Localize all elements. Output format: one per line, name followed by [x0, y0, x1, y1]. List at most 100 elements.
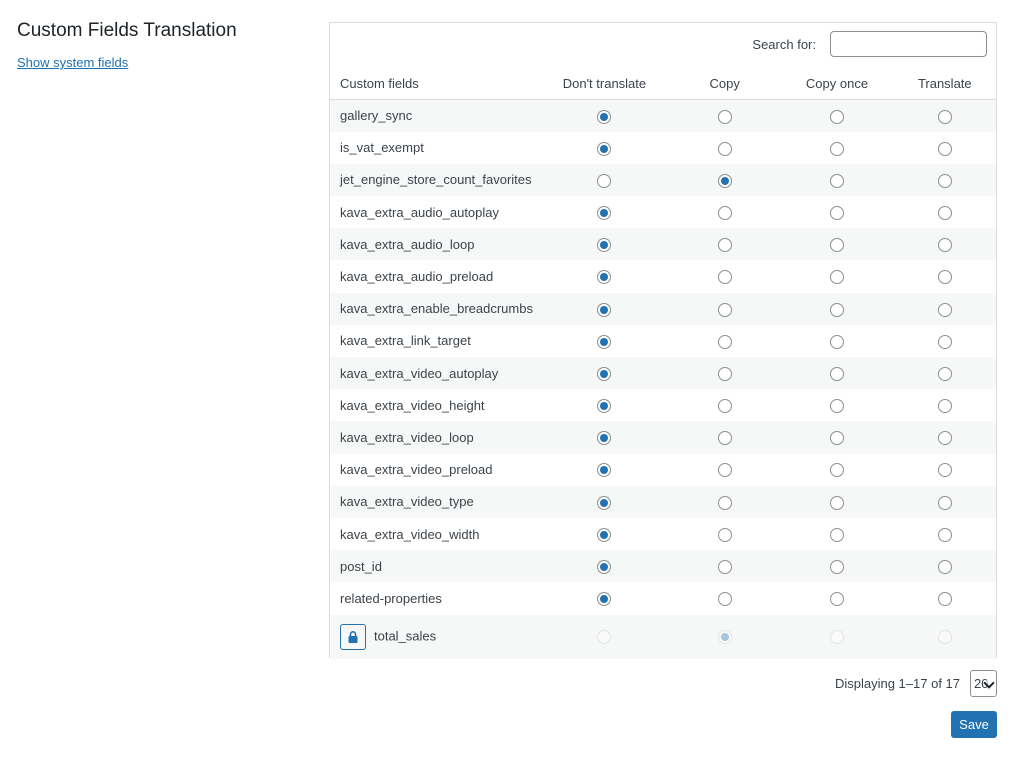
- field-name: post_id: [340, 558, 382, 574]
- field-name: jet_engine_store_count_favorites: [340, 172, 532, 188]
- per-page-select[interactable]: 20: [970, 670, 997, 697]
- radio-copy[interactable]: [717, 141, 732, 156]
- option-cell: [894, 486, 996, 518]
- search-input[interactable]: [830, 31, 987, 57]
- radio-copy[interactable]: [717, 173, 732, 188]
- radio-copy-once[interactable]: [829, 238, 844, 253]
- radio-copy[interactable]: [717, 334, 732, 349]
- radio-translate[interactable]: [937, 527, 952, 542]
- field-name: kava_extra_video_type: [340, 494, 474, 510]
- radio-dont-translate[interactable]: [597, 560, 612, 574]
- option-cell: [540, 132, 669, 164]
- radio-copy-once[interactable]: [829, 141, 844, 156]
- option-cell: [780, 260, 893, 292]
- field-name-cell: kava_extra_link_target: [330, 325, 540, 357]
- radio-translate[interactable]: [937, 141, 952, 156]
- field-name-cell: kava_extra_video_type: [330, 486, 540, 518]
- radio-copy-once[interactable]: [829, 527, 844, 542]
- radio-translate[interactable]: [937, 109, 952, 124]
- radio-translate[interactable]: [937, 366, 952, 381]
- field-name: total_sales: [374, 627, 437, 643]
- option-cell: [540, 164, 669, 196]
- radio-copy-once[interactable]: [829, 270, 844, 285]
- radio-dont-translate[interactable]: [597, 302, 612, 317]
- option-cell: [780, 550, 893, 582]
- radio-copy[interactable]: [717, 270, 732, 285]
- radio-dont-translate[interactable]: [597, 141, 612, 156]
- option-cell: [894, 582, 996, 614]
- field-name-cell: related-properties: [330, 582, 540, 614]
- radio-copy-once[interactable]: [829, 366, 844, 381]
- radio-copy-once[interactable]: [829, 463, 844, 478]
- radio-copy[interactable]: [717, 399, 732, 414]
- radio-translate[interactable]: [937, 334, 952, 349]
- radio-copy[interactable]: [717, 560, 732, 574]
- radio-copy-once[interactable]: [829, 495, 844, 510]
- radio-copy[interactable]: [717, 302, 732, 317]
- radio-copy[interactable]: [717, 592, 732, 607]
- unlock-field-button[interactable]: [340, 623, 366, 650]
- radio-copy-once[interactable]: [829, 205, 844, 220]
- radio-translate[interactable]: [937, 173, 952, 188]
- radio-translate[interactable]: [937, 431, 952, 446]
- radio-translate[interactable]: [937, 560, 952, 574]
- radio-translate[interactable]: [937, 205, 952, 220]
- radio-copy[interactable]: [717, 366, 732, 381]
- table-row: kava_extra_video_loop: [330, 421, 996, 454]
- radio-dont-translate[interactable]: [597, 431, 612, 446]
- radio-dont-translate[interactable]: [597, 495, 612, 510]
- radio-copy-once[interactable]: [829, 109, 844, 124]
- radio-dont-translate: [597, 630, 612, 645]
- radio-copy-once[interactable]: [829, 334, 844, 349]
- radio-copy-once[interactable]: [829, 431, 844, 446]
- radio-dont-translate[interactable]: [597, 270, 612, 285]
- option-cell: [894, 454, 996, 486]
- radio-dont-translate[interactable]: [597, 205, 612, 220]
- option-cell: [540, 454, 669, 486]
- radio-dont-translate[interactable]: [597, 173, 612, 188]
- search-row: Search for:: [752, 31, 987, 57]
- save-button[interactable]: Save: [951, 711, 997, 738]
- radio-copy[interactable]: [717, 463, 732, 478]
- display-count: Displaying 1–17 of 17: [834, 676, 960, 691]
- radio-dont-translate[interactable]: [597, 334, 612, 349]
- radio-copy[interactable]: [717, 205, 732, 220]
- radio-translate[interactable]: [937, 238, 952, 253]
- radio-copy[interactable]: [717, 495, 732, 510]
- radio-dont-translate[interactable]: [597, 592, 612, 607]
- radio-dont-translate[interactable]: [597, 527, 612, 542]
- option-cell: [540, 260, 669, 292]
- radio-copy[interactable]: [717, 109, 732, 124]
- radio-translate[interactable]: [937, 463, 952, 478]
- table-row: jet_engine_store_count_favorites: [330, 163, 996, 197]
- radio-copy-once[interactable]: [829, 173, 844, 188]
- field-name: kava_extra_audio_preload: [340, 269, 494, 285]
- radio-translate[interactable]: [937, 495, 952, 510]
- radio-translate[interactable]: [937, 270, 952, 285]
- radio-dont-translate[interactable]: [597, 399, 612, 414]
- option-cell: [780, 389, 893, 421]
- radio-copy[interactable]: [717, 238, 732, 253]
- radio-copy-once[interactable]: [829, 560, 844, 574]
- radio-copy[interactable]: [717, 431, 732, 446]
- field-name: kava_extra_audio_loop: [340, 236, 475, 252]
- radio-dont-translate[interactable]: [597, 238, 612, 253]
- header-custom-fields: Custom fields: [330, 67, 540, 100]
- radio-dont-translate[interactable]: [597, 463, 612, 478]
- option-cell: [540, 228, 669, 260]
- radio-dont-translate[interactable]: [597, 366, 612, 381]
- radio-copy-once[interactable]: [829, 399, 844, 414]
- option-cell: [780, 100, 893, 132]
- radio-translate[interactable]: [937, 399, 952, 414]
- radio-dont-translate[interactable]: [597, 109, 612, 124]
- option-cell: [894, 196, 996, 228]
- option-cell: [780, 325, 893, 357]
- radio-translate[interactable]: [937, 592, 952, 607]
- radio-copy[interactable]: [717, 527, 732, 542]
- option-cell: [780, 293, 893, 325]
- show-system-fields-link[interactable]: Show system fields: [17, 55, 128, 70]
- radio-copy-once[interactable]: [829, 302, 844, 317]
- radio-translate[interactable]: [937, 302, 952, 317]
- option-cell: [894, 228, 996, 260]
- radio-copy-once[interactable]: [829, 592, 844, 607]
